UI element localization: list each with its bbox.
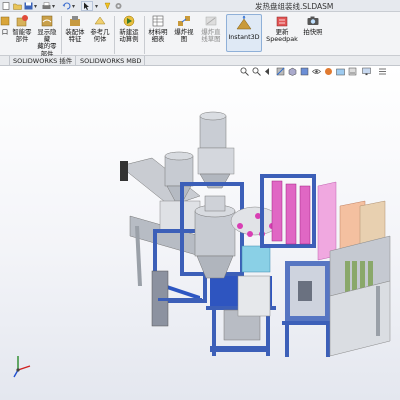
save-icon[interactable] xyxy=(24,2,33,10)
tab-truncated[interactable] xyxy=(0,56,10,66)
ribbon-separator xyxy=(61,16,62,54)
select-pointer-icon[interactable] xyxy=(81,1,93,11)
hopper-tower-center[interactable] xyxy=(194,195,236,279)
ribbon-separator xyxy=(144,16,145,54)
exploded-view-icon xyxy=(178,16,190,26)
smart-component-icon xyxy=(16,15,28,27)
explode-line-label-2: 线草图 xyxy=(201,35,221,44)
instant3d-button[interactable]: Instant3D xyxy=(226,14,262,52)
document-title: 发热盘组装线.SLDASM xyxy=(255,2,334,11)
ribbon-separator xyxy=(114,16,115,54)
edit-component-button[interactable]: 口 xyxy=(0,14,10,36)
bom-label-2: 细表 xyxy=(151,35,165,44)
show-hidden-icon xyxy=(41,15,53,27)
new-motion-study-button[interactable]: 新建运 动算例 xyxy=(116,14,142,43)
speedpak-label-2: Speedpak xyxy=(266,35,298,44)
bill-of-materials-button[interactable]: 材料明 细表 xyxy=(146,14,170,43)
reference-geometry-icon xyxy=(94,16,106,25)
instant3d-label: Instant3D xyxy=(228,33,260,41)
take-snapshot-button[interactable]: 拍快照 xyxy=(300,14,326,36)
tab-solidworks-mbd[interactable]: SOLIDWORKS MBD xyxy=(77,56,146,66)
camera-icon xyxy=(307,16,319,25)
reference-geometry-button[interactable]: 参考几 何体 xyxy=(88,14,112,43)
coordinate-triad xyxy=(13,356,31,378)
smart-component-button[interactable]: 智能零 部件 xyxy=(10,14,34,43)
new-doc-icon[interactable] xyxy=(2,2,11,10)
open-folder-icon[interactable] xyxy=(13,2,22,10)
reference-geometry-label-2: 何体 xyxy=(93,35,107,44)
explode-line-icon xyxy=(205,16,217,26)
print-icon[interactable] xyxy=(42,2,51,10)
rebuild-icon[interactable] xyxy=(103,2,112,10)
conveyor-right[interactable] xyxy=(329,235,391,357)
assembly-feature-icon xyxy=(70,16,80,26)
snapshot-label: 拍快照 xyxy=(303,28,323,36)
select-dropdown-icon[interactable]: ▾ xyxy=(95,3,98,10)
update-speedpak-button[interactable]: 更新 Speedpak xyxy=(264,14,300,43)
edit-component-label: 口 xyxy=(1,28,9,36)
assembly-model[interactable] xyxy=(0,66,400,400)
explode-line-sketch-button[interactable]: 爆炸直 线草图 xyxy=(198,14,224,43)
hopper-tower-top[interactable] xyxy=(197,111,235,189)
output-frame-right[interactable] xyxy=(282,261,334,357)
assembly-feature-label-2: 特征 xyxy=(68,35,82,44)
save-dropdown-icon[interactable]: ▾ xyxy=(34,3,37,10)
instant3d-icon xyxy=(236,15,252,30)
show-hidden-label-1: 显示隐藏 xyxy=(37,28,57,44)
assembly-feature-button[interactable]: 装配体 特征 xyxy=(63,14,87,43)
speedpak-icon xyxy=(276,16,288,27)
undo-dropdown-icon[interactable]: ▾ xyxy=(72,3,75,10)
command-manager-ribbon: 口 智能零 部件 显示隐藏 藏的零 部件 装配体 特征 参考几 何体 新建运 动… xyxy=(0,12,400,58)
undo-icon[interactable] xyxy=(62,2,71,10)
bom-table-icon xyxy=(152,15,164,27)
new-motion-label-2: 动算例 xyxy=(119,35,139,44)
command-manager-tabs: SOLIDWORKS 插件 SOLIDWORKS MBD xyxy=(0,56,400,66)
graphics-viewport[interactable] xyxy=(0,66,400,400)
show-hidden-components-button[interactable]: 显示隐藏 藏的零 部件 xyxy=(35,14,59,58)
tab-solidworks-addins[interactable]: SOLIDWORKS 插件 xyxy=(10,56,77,66)
options-icon[interactable] xyxy=(114,2,123,10)
edit-component-icon xyxy=(0,16,10,26)
smart-component-label-2: 部件 xyxy=(15,35,29,44)
title-bar: ▾ ▾ ▾ ▾ 发热盘组装线.SLDASM xyxy=(0,0,400,12)
motion-study-icon xyxy=(123,15,135,27)
exploded-view-label-2: 图 xyxy=(180,35,188,44)
print-dropdown-icon[interactable]: ▾ xyxy=(52,3,55,10)
exploded-view-button[interactable]: 爆炸视 图 xyxy=(172,14,196,43)
